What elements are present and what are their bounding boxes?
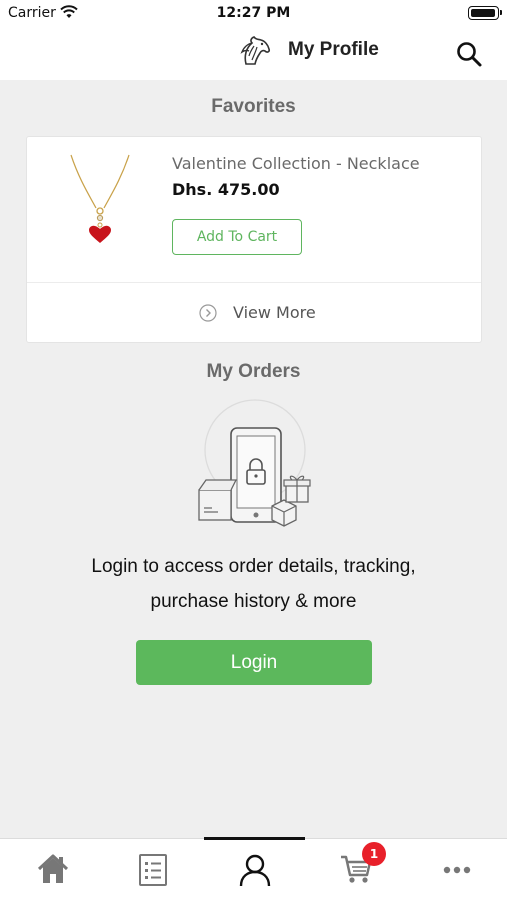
view-more-button[interactable]: View More xyxy=(27,283,481,343)
cart-count-badge: 1 xyxy=(362,842,386,866)
search-icon[interactable] xyxy=(455,40,483,68)
tab-profile[interactable] xyxy=(204,839,305,900)
add-to-cart-button[interactable]: Add To Cart xyxy=(172,219,302,255)
page-title: My Profile xyxy=(288,39,379,60)
tab-cart[interactable] xyxy=(305,839,406,900)
favorites-title: Favorites xyxy=(211,96,296,117)
header: My Profile xyxy=(0,28,507,80)
battery-icon xyxy=(468,6,502,20)
user-icon xyxy=(239,854,270,887)
clock-time: 12:27 PM xyxy=(216,5,291,21)
login-message-line1: Login to access order details, tracking, xyxy=(91,556,416,577)
product-image[interactable] xyxy=(65,151,135,243)
view-more-label: View More xyxy=(233,303,316,322)
home-icon xyxy=(37,854,68,883)
more-dots-icon xyxy=(443,866,470,874)
favorite-item-card: Valentine Collection - Necklace Dhs. 475… xyxy=(26,136,482,343)
login-button[interactable]: Login xyxy=(136,640,372,685)
tab-home[interactable] xyxy=(2,839,103,900)
tab-bar xyxy=(0,837,507,900)
tab-catalog[interactable] xyxy=(102,839,203,900)
status-bar: Carrier 12:27 PM xyxy=(0,0,507,28)
tab-more[interactable] xyxy=(406,839,507,900)
chevron-right-circle-icon xyxy=(199,304,217,322)
horse-logo-icon xyxy=(240,36,270,65)
login-message-line2: purchase history & more xyxy=(150,591,357,612)
product-price: Dhs. 475.00 xyxy=(172,180,280,199)
product-name[interactable]: Valentine Collection - Necklace xyxy=(172,154,420,173)
orders-title: My Orders xyxy=(206,361,301,382)
locked-phone-illustration xyxy=(198,399,311,527)
list-icon xyxy=(138,854,167,886)
